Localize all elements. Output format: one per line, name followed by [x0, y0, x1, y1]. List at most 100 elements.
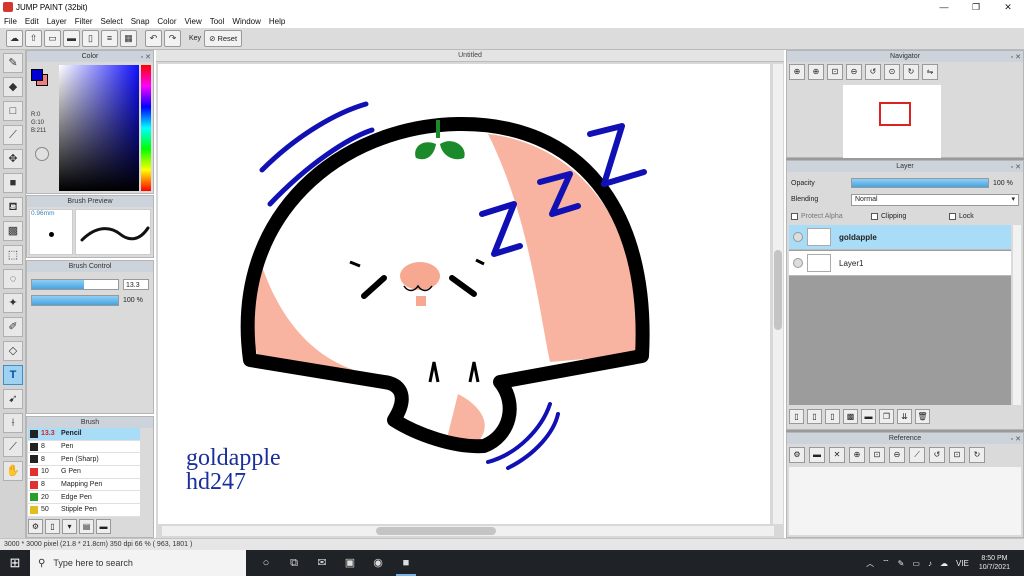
mail-icon[interactable]: ✉ — [308, 550, 336, 576]
rotate-left-icon[interactable]: ↺ — [865, 64, 881, 80]
gradient-icon[interactable]: ▩ — [3, 221, 23, 241]
new-brush-icon[interactable]: ▯ — [45, 519, 60, 534]
eyedropper-2-icon[interactable]: ⟋ — [3, 437, 23, 457]
layer-opacity-slider[interactable] — [851, 178, 989, 188]
brush-list-item[interactable]: 10 G Pen — [28, 466, 140, 479]
navigator-thumbnail[interactable] — [843, 85, 941, 158]
layer-row[interactable]: goldapple — [789, 225, 1011, 250]
ref-zoom-fit-icon[interactable]: ⊡ — [869, 447, 885, 463]
duplicate-layer-icon[interactable]: ❐ — [879, 409, 894, 424]
foreground-color-swatch[interactable] — [31, 69, 43, 81]
brush-settings-icon[interactable]: ⚙ — [28, 519, 43, 534]
speech-icon[interactable]: ▬ — [63, 30, 80, 47]
taskbar-search[interactable]: ⚲ Type here to search — [30, 550, 246, 576]
zoom-actual-icon[interactable]: ⊡ — [827, 64, 843, 80]
brush-size-slider[interactable] — [31, 279, 119, 290]
ref-close-icon[interactable]: ✕ — [829, 447, 845, 463]
brush-list-item[interactable]: 20 Edge Pen — [28, 491, 140, 505]
move-icon[interactable]: ✥ — [3, 149, 23, 169]
brush-opacity-slider[interactable] — [31, 295, 119, 306]
layer-scrollbar[interactable] — [1013, 225, 1021, 405]
brush-list-item[interactable]: 8 Pen (Sharp) — [28, 453, 140, 467]
new-8bit-layer-icon[interactable]: ▯ — [807, 409, 822, 424]
new-tone-layer-icon[interactable]: ▩ — [843, 409, 858, 424]
visibility-eye-icon[interactable] — [793, 258, 803, 268]
brush-menu-icon[interactable]: ▾ — [62, 519, 77, 534]
menu-select[interactable]: Select — [100, 17, 122, 26]
lasso-icon[interactable]: ◌ — [3, 269, 23, 289]
layer-row[interactable]: Layer1 — [789, 251, 1011, 276]
flip-icon[interactable]: ⇋ — [922, 64, 938, 80]
menu-edit[interactable]: Edit — [25, 17, 39, 26]
menu-window[interactable]: Window — [232, 17, 260, 26]
onedrive-icon[interactable]: ☁ — [940, 559, 948, 568]
menu-color[interactable]: Color — [157, 17, 176, 26]
ref-zoom-out-icon[interactable]: ⊖ — [889, 447, 905, 463]
ref-settings-icon[interactable]: ⚙ — [789, 447, 805, 463]
menu-snap[interactable]: Snap — [131, 17, 150, 26]
brush-list-item[interactable]: 50 Stipple Pen — [28, 504, 140, 517]
text-icon[interactable]: T — [3, 365, 23, 385]
visibility-eye-icon[interactable] — [793, 232, 803, 242]
drawing-canvas[interactable]: goldapple hd247 — [158, 64, 770, 524]
menu-view[interactable]: View — [185, 17, 202, 26]
brush-list-item[interactable]: 8 Pen — [28, 440, 140, 454]
battery-icon[interactable]: ▭ — [912, 559, 920, 568]
menu-file[interactable]: File — [4, 17, 17, 26]
brush-list-item[interactable]: 8 Mapping Pen — [28, 478, 140, 492]
merge-down-icon[interactable]: ⇊ — [897, 409, 912, 424]
page-icon[interactable]: ▯ — [82, 30, 99, 47]
brush-folder-icon[interactable]: ▬ — [96, 519, 111, 534]
zoom-fit-icon[interactable]: ⊕ — [789, 64, 805, 80]
redo-icon[interactable]: ↷ — [164, 30, 181, 47]
chrome-icon[interactable]: ◉ — [364, 550, 392, 576]
zoom-out-icon[interactable]: ⊖ — [846, 64, 862, 80]
panel-close-icon[interactable]: ▫ ✕ — [1011, 434, 1021, 445]
hue-slider[interactable] — [141, 65, 151, 191]
language-indicator[interactable]: VIE — [956, 559, 969, 568]
protect-alpha-checkbox[interactable]: Protect Alpha — [791, 211, 843, 222]
horizontal-scroll-thumb[interactable] — [376, 527, 496, 535]
undo-icon[interactable]: ↶ — [145, 30, 162, 47]
clipping-checkbox[interactable]: Clipping — [871, 211, 906, 222]
canvas-horizontal-scrollbar[interactable] — [162, 526, 774, 536]
hand-icon[interactable]: ✋ — [3, 461, 23, 481]
magic-wand-icon[interactable]: ✦ — [3, 293, 23, 313]
select-rect-icon[interactable]: ⬚ — [3, 245, 23, 265]
canvas-vertical-scrollbar[interactable] — [773, 64, 783, 524]
pen-icon[interactable]: ✎ — [898, 559, 905, 568]
cortana-icon[interactable]: ○ — [252, 550, 280, 576]
comment-icon[interactable]: ▭ — [44, 30, 61, 47]
clock[interactable]: 8:50 PM 10/7/2021 — [979, 554, 1010, 572]
minimize-button[interactable]: — — [928, 0, 960, 14]
export-icon[interactable]: ⇧ — [25, 30, 42, 47]
navigator-view-frame[interactable] — [879, 102, 911, 126]
bucket-icon[interactable]: ⛾ — [3, 197, 23, 217]
select-pen-icon[interactable]: ✐ — [3, 317, 23, 337]
chevron-up-icon[interactable]: ︿ — [866, 558, 874, 569]
reference-view[interactable] — [789, 467, 1021, 535]
eraser-icon[interactable]: ◆ — [3, 77, 23, 97]
ref-rotate-right-icon[interactable]: ↻ — [969, 447, 985, 463]
blending-select[interactable]: Normal ▾ — [851, 194, 1019, 206]
cloud-icon[interactable]: ☁ — [6, 30, 23, 47]
brush-icon[interactable]: ✎ — [3, 53, 23, 73]
brush-list-item[interactable]: 13.3 Pencil — [28, 428, 140, 441]
lock-box[interactable] — [949, 212, 956, 220]
protect-alpha-box[interactable] — [791, 212, 798, 220]
menu-help[interactable]: Help — [269, 17, 285, 26]
list-icon[interactable]: ≡ — [101, 30, 118, 47]
new-1bit-layer-icon[interactable]: ▯ — [825, 409, 840, 424]
store-icon[interactable]: ▣ — [336, 550, 364, 576]
rectangle-icon[interactable]: □ — [3, 101, 23, 121]
task-view-icon[interactable]: ⧉ — [280, 550, 308, 576]
new-folder-icon[interactable]: ▬ — [861, 409, 876, 424]
maximize-button[interactable]: ❐ — [960, 0, 992, 14]
reset-button[interactable]: ⊘ Reset — [204, 30, 243, 47]
grid-icon[interactable]: ▦ — [120, 30, 137, 47]
menu-layer[interactable]: Layer — [47, 17, 67, 26]
fill-shape-icon[interactable]: ■ — [3, 173, 23, 193]
ref-zoom-in-icon[interactable]: ⊕ — [849, 447, 865, 463]
brush-size-value[interactable]: 13.3 — [123, 279, 149, 290]
saturation-value-picker[interactable] — [59, 65, 139, 191]
